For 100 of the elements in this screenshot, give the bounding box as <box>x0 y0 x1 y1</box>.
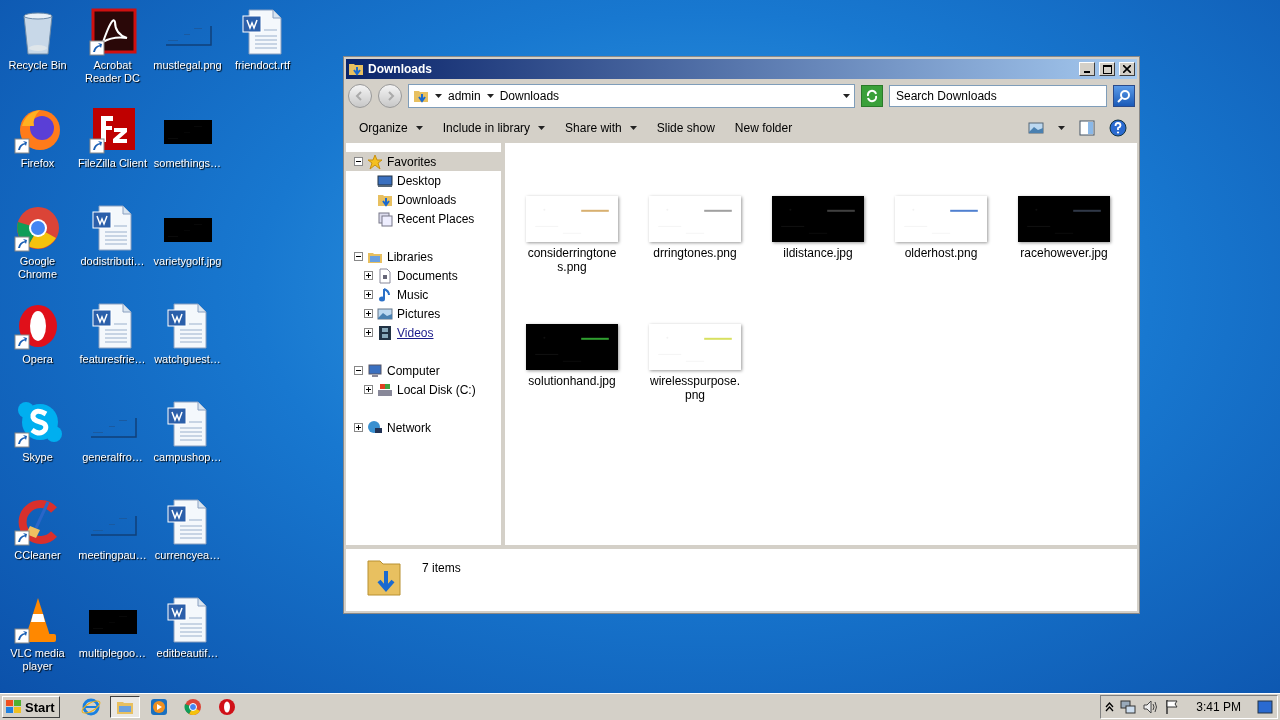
tree-item[interactable]: Network <box>346 418 501 437</box>
collapse-icon[interactable] <box>354 157 363 166</box>
file-name[interactable]: racehowever.jpg <box>1016 246 1112 260</box>
desktop-icon-label[interactable]: Skype <box>22 451 53 464</box>
app-icon <box>182 697 203 717</box>
videos-icon <box>377 324 393 341</box>
desktop-icon-label[interactable]: Acrobat Reader DC <box>75 59 150 85</box>
file-name[interactable]: wirelesspurpose.png <box>647 374 743 402</box>
taskbar-app-button[interactable] <box>109 696 140 718</box>
desktop-icon-label[interactable]: watchguest… <box>154 353 221 366</box>
search-icon <box>1117 89 1131 103</box>
desktop-icon-label[interactable]: FileZilla Client <box>77 157 148 170</box>
star-icon <box>367 153 383 170</box>
refresh-button[interactable] <box>861 85 883 107</box>
tree-item[interactable]: Recent Places <box>346 209 501 228</box>
toolbar-button[interactable]: Include in library <box>433 117 555 139</box>
toolbar-button[interactable]: New folder <box>725 117 802 139</box>
breadcrumb-item[interactable]: Downloads <box>499 89 560 103</box>
desktop-icon-label[interactable]: generalfro… <box>82 451 143 464</box>
toolbar-button[interactable]: Share with <box>556 117 646 139</box>
desktop-icon-label[interactable]: editbeautif… <box>156 647 219 660</box>
tree-item[interactable]: Videos <box>346 323 501 342</box>
recent-icon <box>377 210 393 227</box>
caret-icon <box>538 126 546 130</box>
flag-icon[interactable] <box>1164 699 1181 715</box>
pictures-icon <box>377 305 393 322</box>
app-icon <box>13 400 62 448</box>
disk-icon <box>377 381 393 398</box>
address-bar[interactable]: admin Downloads <box>408 84 855 108</box>
desktop-icon-label[interactable]: dodistributi… <box>80 255 145 268</box>
expand-icon[interactable] <box>364 385 373 394</box>
file-name[interactable]: considerringtones.png <box>524 246 620 274</box>
tree-item[interactable]: Downloads <box>346 190 501 209</box>
tree-item[interactable]: Computer <box>346 361 501 380</box>
desktop-icon-label[interactable]: mustlegal.png <box>153 59 222 72</box>
play-icon <box>148 697 169 717</box>
folder-icon <box>413 88 429 104</box>
breadcrumb-item[interactable]: admin <box>448 89 481 103</box>
tree-item[interactable]: Documents <box>346 266 501 285</box>
expand-icon[interactable] <box>364 309 373 318</box>
file-name[interactable]: drringtones.png <box>647 246 743 260</box>
expand-icon[interactable] <box>364 290 373 299</box>
tree-item[interactable]: Desktop <box>346 171 501 190</box>
search-button[interactable] <box>1113 85 1135 107</box>
documents-icon <box>377 267 393 284</box>
refresh-icon <box>865 89 879 103</box>
close-button[interactable] <box>1119 62 1135 76</box>
caret-icon <box>843 94 850 98</box>
app-icon <box>88 106 137 154</box>
network-icon[interactable] <box>1120 699 1137 715</box>
desktop-icon-label[interactable]: meetingpau… <box>78 549 147 562</box>
desktop-icon-label[interactable]: currencyea… <box>154 549 221 562</box>
desktop-icon-label[interactable]: friendoct.rtf <box>235 59 290 72</box>
collapse-icon[interactable] <box>354 252 363 261</box>
tree-item[interactable]: Libraries <box>346 247 501 266</box>
clock: 3:41 PM <box>1196 700 1241 714</box>
pane-icon <box>1079 120 1095 136</box>
expand-icon[interactable] <box>364 271 373 280</box>
tree-item[interactable]: Favorites <box>346 152 501 171</box>
desktop-icon-label[interactable]: multiplegoo… <box>78 647 147 660</box>
expand-icon[interactable] <box>364 328 373 337</box>
desktop-icon-label[interactable]: CCleaner <box>14 549 61 562</box>
window-title: Downloads <box>368 62 433 76</box>
help-icon <box>1109 119 1127 137</box>
four-squares-icon <box>5 699 23 715</box>
tree-item[interactable]: Local Disk (C:) <box>346 380 501 399</box>
toolbar-button[interactable]: Slide show <box>647 117 724 139</box>
desktop-icon-label[interactable]: Firefox <box>20 157 55 170</box>
desktop-icon-label[interactable]: varietygolf.jpg <box>153 255 222 268</box>
search-field[interactable]: Search Downloads <box>889 85 1107 107</box>
maximize-button[interactable] <box>1099 62 1115 76</box>
desktop-icon-label[interactable]: Opera <box>22 353 53 366</box>
collapse-icon[interactable] <box>354 366 363 375</box>
app-icon <box>216 697 237 717</box>
app-icon <box>13 204 62 252</box>
caret-icon <box>486 94 494 98</box>
minimize-button[interactable] <box>1079 62 1095 76</box>
folder-icon <box>348 61 364 77</box>
toolbar-button[interactable]: Organize <box>350 117 432 139</box>
desktop-icon-label[interactable]: campushop… <box>153 451 222 464</box>
globe-icon <box>80 697 101 717</box>
chevron-icon[interactable] <box>1105 702 1115 712</box>
desktop-icon-label[interactable]: featuresfrie… <box>79 353 146 366</box>
desktop-icon-label[interactable]: Google Chrome <box>0 255 75 281</box>
file-name[interactable]: ildistance.jpg <box>770 246 866 260</box>
speaker-icon[interactable] <box>1142 699 1159 715</box>
tree-item[interactable]: Music <box>346 285 501 304</box>
close-icon <box>1123 65 1131 73</box>
desktop-icon-label[interactable]: VLC media player <box>0 647 75 673</box>
desktop-icon-label[interactable]: Recycle Bin <box>8 59 67 72</box>
item-count: 7 items <box>422 561 461 575</box>
tree-item[interactable]: Pictures <box>346 304 501 323</box>
caret-icon <box>629 126 637 130</box>
expand-icon[interactable] <box>354 423 363 432</box>
start-button[interactable]: Start <box>2 696 60 718</box>
file-name[interactable]: olderhost.png <box>893 246 989 260</box>
computer-icon <box>367 362 383 379</box>
file-name[interactable]: solutionhand.jpg <box>524 374 620 388</box>
desktop-icon-label[interactable]: somethings… <box>153 157 222 170</box>
caret-icon <box>1058 126 1065 130</box>
